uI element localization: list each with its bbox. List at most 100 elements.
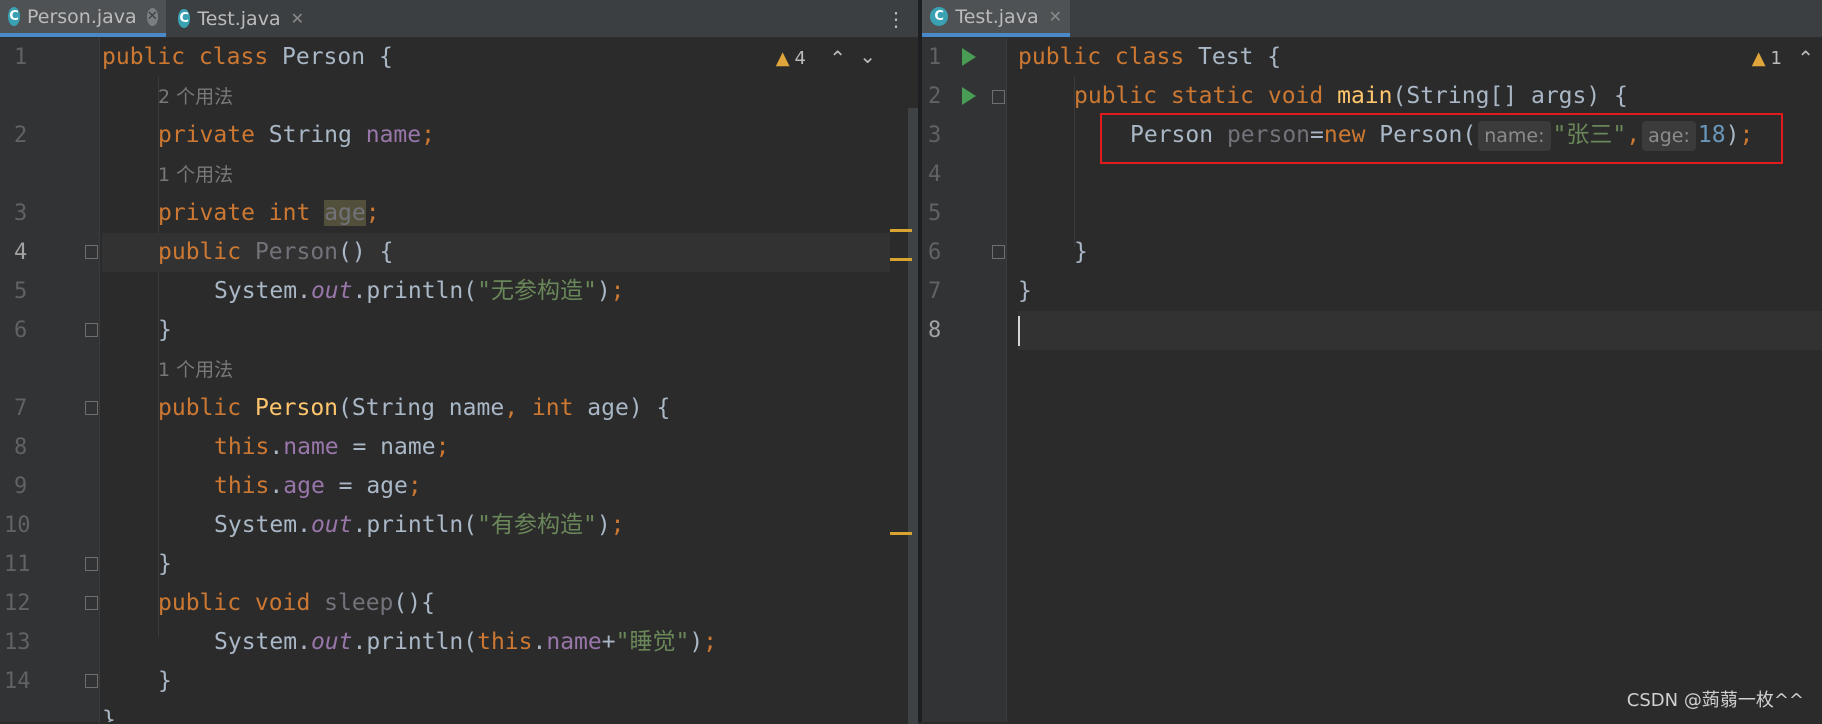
gutter-separator (99, 38, 100, 722)
field-name: age (283, 473, 325, 499)
code-line: } (102, 662, 890, 701)
line-number: 13 (4, 630, 31, 655)
line-number: 8 (14, 435, 28, 460)
code-text: ) (596, 512, 611, 538)
semicolon: ; (610, 512, 625, 538)
gutter-separator (1006, 38, 1007, 722)
keyword: public (158, 239, 255, 265)
code-text: } (158, 551, 172, 577)
usage-hint[interactable]: 1 个用法 (102, 350, 890, 389)
fold-marker-icon[interactable] (85, 557, 98, 571)
chevron-down-icon[interactable]: ⌄ (859, 44, 876, 68)
inspection-widget[interactable]: ▲ 4 (776, 48, 806, 69)
keyword: this (477, 629, 533, 655)
line-number: 4 (14, 240, 28, 265)
method-name: sleep (324, 590, 394, 616)
code-line: public Person() { (102, 233, 890, 272)
keyword: public static void (1074, 83, 1338, 109)
code-text: .println( (352, 629, 478, 655)
usage-hint[interactable]: 1 个用法 (102, 155, 890, 194)
chevron-up-icon[interactable]: ⌃ (829, 46, 846, 70)
chevron-up-icon[interactable]: ⌃ (1797, 46, 1814, 70)
keyword: this (214, 434, 270, 460)
code-text: ) (689, 629, 704, 655)
fold-marker-icon[interactable] (85, 245, 98, 259)
comma: , (504, 395, 532, 421)
fold-marker-icon[interactable] (85, 323, 98, 337)
usage-hint[interactable]: 2 个用法 (102, 77, 890, 116)
code-line: public Person(String name, int age) { (102, 389, 890, 428)
line-number: 5 (928, 201, 942, 226)
line-number: 11 (4, 552, 31, 577)
warning-count: 4 (794, 48, 806, 69)
person-editor[interactable]: 1 2 3 4 5 6 7 8 9 10 11 12 13 14 public … (0, 38, 918, 724)
semicolon: ; (407, 473, 422, 499)
code-line: public static void main(String[] args) { (1018, 77, 1822, 116)
close-icon[interactable]: ✕ (1049, 7, 1062, 26)
text-caret (1018, 315, 1020, 346)
code-line: this.name = name; (102, 428, 890, 467)
code-line: } (1018, 272, 1822, 311)
run-icon[interactable] (962, 48, 976, 66)
code-text: .println( (352, 512, 478, 538)
tab-test-java[interactable]: C Test.java ✕ (170, 0, 312, 37)
line-number: 9 (14, 474, 28, 499)
inspection-widget[interactable]: ▲ 1 (1752, 48, 1782, 69)
fold-marker-icon[interactable] (992, 245, 1005, 259)
test-editor-pane: C Test.java ✕ 1 2 3 4 5 6 7 8 public cla… (922, 0, 1822, 722)
more-options-icon[interactable]: ⋮ (886, 7, 906, 31)
usage-hint-text: 2 个用法 (158, 86, 234, 108)
field-name: age (324, 200, 366, 226)
keyword: this (214, 473, 270, 499)
code-line: System.out.println("有参构造"); (102, 506, 890, 545)
warning-stripe-mark[interactable] (890, 532, 912, 535)
left-code-area[interactable]: public class Person { 2 个用法 private Stri… (102, 38, 890, 722)
code-line: } (102, 701, 890, 722)
vertical-scrollbar[interactable] (908, 108, 918, 724)
static-field: out (310, 512, 353, 538)
fold-marker-icon[interactable] (992, 90, 1005, 104)
line-number: 6 (928, 240, 942, 265)
semicolon: ; (703, 629, 718, 655)
run-icon[interactable] (962, 87, 976, 105)
fold-marker-icon[interactable] (85, 401, 98, 415)
semicolon: ; (421, 122, 435, 148)
code-text: } (102, 707, 116, 722)
constructor-name: Person (254, 395, 339, 421)
field-name: name (365, 122, 422, 148)
code-text: System. (214, 629, 311, 655)
code-line: } (102, 311, 890, 350)
code-line: private String name; (102, 116, 890, 155)
keyword: public (158, 395, 255, 421)
code-line: } (1018, 233, 1822, 272)
code-line: } (102, 545, 890, 584)
warning-count: 1 (1770, 48, 1782, 69)
keyword: public class (102, 44, 283, 70)
line-number: 3 (928, 123, 942, 148)
class-name: Person (282, 44, 366, 70)
static-field: out (310, 629, 353, 655)
constructor-name: Person (254, 239, 339, 265)
tab-test-java[interactable]: C Test.java ✕ (922, 0, 1070, 37)
fold-marker-icon[interactable] (85, 596, 98, 610)
tab-person-java[interactable]: C Person.java ✕ (0, 0, 166, 37)
test-editor[interactable]: 1 2 3 4 5 6 7 8 public class Test { publ… (922, 38, 1822, 722)
field-name: name (283, 434, 339, 460)
keyword: int (531, 395, 588, 421)
code-text: { (1253, 44, 1282, 70)
fold-marker-icon[interactable] (85, 674, 98, 688)
code-text: ) (596, 278, 611, 304)
semicolon: ; (610, 278, 625, 304)
string-literal: "无参构造" (477, 278, 597, 304)
close-icon[interactable]: ✕ (146, 7, 158, 26)
left-tab-bar: C Person.java ✕ C Test.java ✕ ⋮ (0, 0, 918, 38)
line-number: 8 (928, 318, 942, 343)
code-text: { (365, 44, 393, 70)
semicolon: ; (435, 434, 450, 460)
close-icon[interactable]: ✕ (291, 9, 304, 28)
code-text: } (1018, 278, 1032, 304)
warning-stripe-mark[interactable] (890, 229, 912, 232)
line-number: 14 (4, 669, 31, 694)
warning-stripe-mark[interactable] (890, 258, 912, 261)
code-line: private int age; (102, 194, 890, 233)
